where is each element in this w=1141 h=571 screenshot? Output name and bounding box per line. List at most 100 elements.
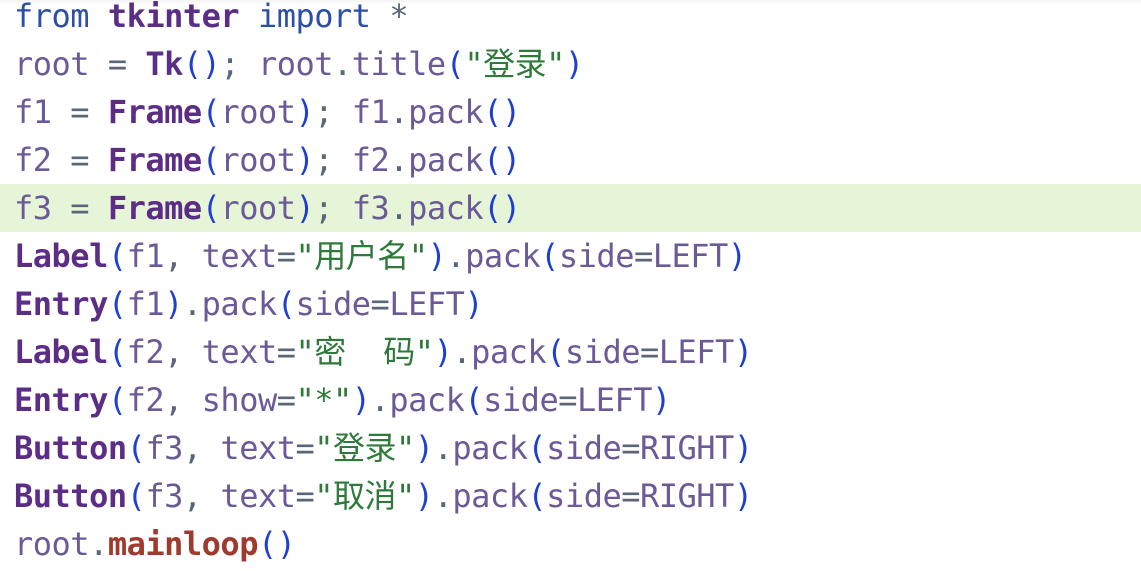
code-token: . [182, 285, 202, 323]
code-token: ) [652, 381, 671, 419]
code-token: Frame [107, 141, 202, 179]
code-token: ) [433, 333, 453, 371]
code-token: , [182, 477, 221, 515]
code-token: ) [295, 93, 315, 131]
code-token: = [276, 381, 296, 419]
code-line-9[interactable]: Entry(f2, show="*").pack(side=LEFT) [0, 376, 1141, 424]
code-token: LEFT [389, 285, 465, 323]
code-token: tkinter [107, 0, 240, 35]
code-token: ; [314, 141, 352, 179]
code-token: ( [107, 381, 127, 419]
code-token: f2 [126, 333, 165, 371]
code-token: pack [408, 93, 484, 131]
code-token: ) [464, 285, 484, 323]
code-line-5[interactable]: f3 = Frame(root); f3.pack() [0, 184, 1141, 232]
code-token: "密 码" [295, 333, 434, 371]
code-token: . [389, 189, 409, 227]
code-token: side [546, 477, 622, 515]
code-token: pack [452, 477, 528, 515]
code-token: ( [540, 237, 559, 275]
code-token: Entry [14, 381, 108, 419]
code-token: f3 [145, 429, 183, 467]
code-token: root [257, 45, 334, 83]
code-token: . [370, 381, 390, 419]
code-token: . [389, 141, 409, 179]
code-token: = [621, 429, 640, 467]
code-token: = [276, 333, 296, 371]
code-token: pack [408, 141, 484, 179]
code-token: f1 [126, 237, 165, 275]
code-token: () [483, 93, 521, 131]
code-token: . [333, 45, 352, 83]
code-token: . [452, 333, 472, 371]
code-token: ( [107, 237, 127, 275]
code-token: "登录" [314, 429, 415, 467]
code-token: LEFT [652, 237, 729, 275]
code-token: root [220, 141, 296, 179]
code-token: = [51, 189, 108, 227]
code-token: . [389, 93, 409, 131]
code-token: = [639, 333, 659, 371]
code-token: ( [445, 45, 465, 83]
code-token: * [370, 0, 409, 35]
code-token: ) [427, 237, 447, 275]
code-token: Frame [107, 93, 202, 131]
code-token: ; [314, 93, 352, 131]
code-token: side [483, 381, 559, 419]
code-token: = [51, 141, 108, 179]
code-token: , [164, 381, 202, 419]
code-token: ( [546, 333, 565, 371]
code-token: ; [314, 189, 352, 227]
code-token: Label [14, 237, 108, 275]
code-token: text [220, 477, 296, 515]
code-line-10[interactable]: Button(f3, text="登录").pack(side=RIGHT) [0, 424, 1141, 472]
code-token: ) [733, 477, 753, 515]
code-line-7[interactable]: Entry(f1).pack(side=LEFT) [0, 280, 1141, 328]
code-token: . [433, 477, 453, 515]
code-token: root [14, 525, 90, 563]
code-token: text [201, 333, 278, 371]
code-token: = [370, 285, 390, 323]
code-line-6[interactable]: Label(f1, text="用户名").pack(side=LEFT) [0, 232, 1141, 280]
code-token: = [633, 237, 653, 275]
code-line-2[interactable]: root = Tk(); root.title("登录") [0, 40, 1141, 88]
code-token: pack [471, 333, 547, 371]
code-token: f3 [351, 189, 390, 227]
code-token: Frame [107, 189, 202, 227]
code-token: f1 [14, 93, 52, 131]
code-token: ( [527, 477, 547, 515]
code-token: ( [201, 93, 221, 131]
code-token: () [257, 525, 296, 563]
code-token: pack [452, 429, 528, 467]
code-token: = [276, 237, 296, 275]
code-token: RIGHT [639, 429, 734, 467]
code-token: ) [564, 45, 584, 83]
code-token: from [14, 0, 90, 35]
code-line-4[interactable]: f2 = Frame(root); f2.pack() [0, 136, 1141, 184]
code-token: () [182, 45, 221, 83]
code-line-3[interactable]: f1 = Frame(root); f1.pack() [0, 88, 1141, 136]
code-token: ( [126, 429, 146, 467]
code-token: ) [414, 429, 434, 467]
code-token: f2 [14, 141, 52, 179]
code-token: f3 [14, 189, 52, 227]
code-token: side [546, 429, 622, 467]
code-token: ( [107, 285, 127, 323]
code-token: side [564, 333, 641, 371]
code-token: ) [295, 141, 315, 179]
code-editor[interactable]: from tkinter import * root = Tk(); root.… [0, 0, 1141, 571]
code-token: side [295, 285, 371, 323]
code-line-1[interactable]: from tkinter import * [0, 0, 1141, 40]
code-token: ) [414, 477, 434, 515]
code-token: import [257, 0, 371, 35]
code-token: Tk [145, 45, 183, 83]
code-token: ) [733, 429, 753, 467]
code-line-12[interactable]: root.mainloop() [0, 520, 1141, 568]
code-token: "登录" [464, 45, 565, 83]
code-token: . [433, 429, 453, 467]
code-line-8[interactable]: Label(f2, text="密 码").pack(side=LEFT) [0, 328, 1141, 376]
code-token: pack [389, 381, 465, 419]
code-token: ) [733, 333, 753, 371]
code-line-11[interactable]: Button(f3, text="取消").pack(side=RIGHT) [0, 472, 1141, 520]
